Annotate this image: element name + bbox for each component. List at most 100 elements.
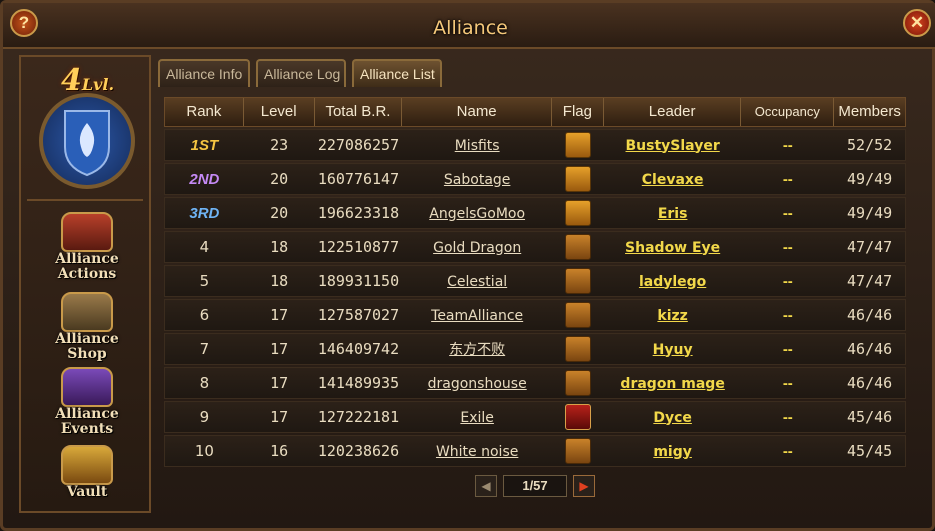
cell-level: 17 [244, 408, 315, 426]
alliance-name-link[interactable]: TeamAlliance [431, 308, 523, 324]
table-row[interactable]: 10 16 120238626 White noise migy -- 45/45 [164, 435, 906, 467]
alliance-name-link[interactable]: White noise [436, 444, 518, 460]
alliance-name-link[interactable]: AngelsGoMoo [429, 206, 525, 222]
cell-occ: -- [741, 239, 834, 256]
cell-name: White noise [402, 443, 552, 460]
col-name[interactable]: Name [402, 98, 552, 126]
col-total-br[interactable]: Total B.R. [315, 98, 403, 126]
total-br-cell: 196623318 [317, 204, 400, 222]
table-body: 1ST 23 227086257 Misfits BustySlayer -- 52/52 2… [164, 129, 906, 467]
leader-link[interactable]: BustySlayer [626, 138, 720, 154]
leader-link[interactable]: kizz [657, 308, 687, 324]
alliance-name-link[interactable]: Exile [460, 410, 494, 426]
table-row[interactable]: 3RD 20 196623318 AngelsGoMoo Eris -- 49/49 [164, 197, 906, 229]
alliance-flag-icon [564, 268, 591, 294]
cell-name: dragonshouse [402, 375, 552, 392]
alliance-name-link[interactable]: Sabotage [444, 172, 511, 188]
flame-shield-icon [64, 110, 110, 177]
tab-alliance-info[interactable]: Alliance Info [158, 59, 250, 87]
alliance-name-link[interactable]: 东方不败 [449, 342, 505, 358]
sidebar-divider [27, 199, 143, 201]
cell-rank: 4 [165, 238, 244, 256]
cell-rank: 9 [165, 408, 244, 426]
table-row[interactable]: 6 17 127587027 TeamAlliance kizz -- 46/46 [164, 299, 906, 331]
level-cell: 20 [270, 204, 289, 222]
close-icon: ✕ [909, 13, 925, 32]
sidebar-item-alliance-events[interactable]: Alliance Events [39, 367, 135, 437]
cell-br: 196623318 [315, 204, 403, 222]
sidebar-item-vault[interactable]: Vault [39, 445, 135, 500]
table-row[interactable]: 1ST 23 227086257 Misfits BustySlayer -- 52/52 [164, 129, 906, 161]
col-level[interactable]: Level [244, 98, 315, 126]
leader-link[interactable]: Hyuy [653, 342, 693, 358]
leader-link[interactable]: Shadow Eye [625, 240, 720, 256]
level-cell: 17 [270, 340, 289, 358]
total-br-cell: 122510877 [317, 238, 400, 256]
sidebar-item-alliance-shop[interactable]: Alliance Shop [39, 292, 135, 362]
alliance-name-link[interactable]: Gold Dragon [433, 240, 521, 256]
table-row[interactable]: 2ND 20 160776147 Sabotage Clevaxe -- 49/49 [164, 163, 906, 195]
cell-br: 141489935 [315, 374, 403, 392]
total-br-cell: 227086257 [317, 136, 400, 154]
cell-flag [552, 166, 604, 192]
cell-flag [552, 438, 604, 464]
cell-occ: -- [741, 307, 834, 324]
table-row[interactable]: 9 17 127222181 Exile Dyce -- 45/46 [164, 401, 906, 433]
alliance-flag-icon [564, 200, 591, 226]
occupancy-cell: -- [782, 340, 793, 358]
table-row[interactable]: 4 18 122510877 Gold Dragon Shadow Eye -- 47/47 [164, 231, 906, 263]
next-page-button[interactable]: ▶ [573, 475, 595, 497]
leader-link[interactable]: dragon mage [620, 376, 724, 392]
cell-mem: 49/49 [834, 204, 905, 222]
cell-flag [552, 370, 604, 396]
prev-page-button[interactable]: ◀ [475, 475, 497, 497]
leader-link[interactable]: ladylego [639, 274, 706, 290]
alliance-name-link[interactable]: Misfits [455, 138, 500, 154]
leader-link[interactable]: migy [653, 444, 692, 460]
occupancy-cell: -- [782, 272, 793, 290]
leader-link[interactable]: Clevaxe [642, 172, 704, 188]
rank-cell: 8 [199, 374, 210, 392]
alliance-flag-icon [564, 370, 591, 396]
col-members[interactable]: Members [834, 98, 905, 126]
table-row[interactable]: 5 18 189931150 Celestial ladylego -- 47/47 [164, 265, 906, 297]
level-cell: 17 [270, 374, 289, 392]
title-bar: ? Alliance ✕ [3, 3, 935, 49]
leader-link[interactable]: Eris [658, 206, 688, 222]
members-cell: 52/52 [847, 136, 893, 154]
cell-flag [552, 132, 604, 158]
close-button[interactable]: ✕ [903, 9, 931, 37]
cell-leader: Dyce [604, 409, 742, 426]
alliance-flag-icon [564, 166, 591, 192]
rank-cell: 6 [199, 306, 210, 324]
occupancy-cell: -- [782, 238, 793, 256]
alliance-flag-icon [564, 302, 591, 328]
members-cell: 45/45 [847, 442, 893, 460]
alliance-name-link[interactable]: dragonshouse [428, 376, 527, 392]
table-row[interactable]: 7 17 146409742 东方不败 Hyuy -- 46/46 [164, 333, 906, 365]
sidebar-item-alliance-actions[interactable]: Alliance Actions [39, 212, 135, 282]
alliance-shop-icon [61, 292, 113, 332]
members-cell: 46/46 [847, 374, 893, 392]
sidebar-item-label: Alliance Actions [55, 251, 119, 282]
total-br-cell: 120238626 [317, 442, 400, 460]
cell-level: 17 [244, 374, 315, 392]
chevron-left-icon: ◀ [481, 479, 491, 493]
cell-br: 127222181 [315, 408, 403, 426]
cell-br: 120238626 [315, 442, 403, 460]
leader-link[interactable]: Dyce [653, 410, 692, 426]
cell-mem: 45/46 [834, 408, 905, 426]
rank-cell: 4 [199, 238, 210, 256]
alliance-name-link[interactable]: Celestial [447, 274, 507, 290]
occupancy-cell: -- [782, 170, 793, 188]
rank-cell: 7 [199, 340, 210, 358]
cell-level: 16 [244, 442, 315, 460]
tab-alliance-list[interactable]: Alliance List [352, 59, 442, 87]
alliance-emblem[interactable] [39, 93, 135, 189]
col-rank[interactable]: Rank [165, 98, 244, 126]
tab-alliance-log[interactable]: Alliance Log [256, 59, 346, 87]
cell-level: 20 [244, 170, 315, 188]
cell-occ: -- [741, 409, 834, 426]
cell-occ: -- [741, 341, 834, 358]
table-row[interactable]: 8 17 141489935 dragonshouse dragon mage -- 46/… [164, 367, 906, 399]
